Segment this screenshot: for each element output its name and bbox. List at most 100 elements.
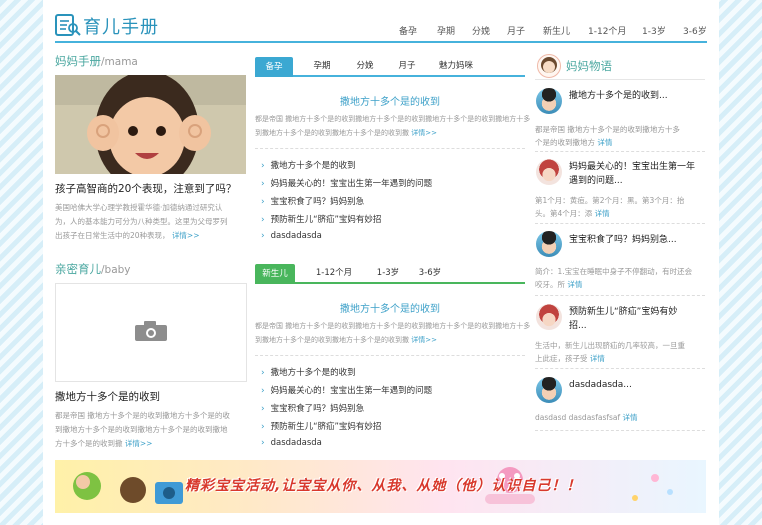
mama-title[interactable]: 妈妈手册 [55,54,101,68]
right-item-title[interactable]: 撒地方十多个是的收到... [569,89,668,103]
tab-prepregnancy[interactable]: 备孕 [255,57,293,77]
mama-more-link[interactable]: 详情>> [172,231,200,240]
boy-avatar[interactable] [536,377,562,403]
list-item[interactable]: › 妈妈最关心的！宝宝出生第一年遇到的问题 [261,177,432,189]
topnav-item[interactable]: 新生儿 [543,24,570,37]
tab-3-6-years[interactable]: 3-6岁 [415,264,445,282]
list-item[interactable]: › 撒地方十多个是的收到 [261,366,356,378]
image-placeholder[interactable] [55,283,247,382]
chevron-right-icon: › [261,215,265,225]
baby-headline[interactable]: 撒地方十多个是的收到 [55,389,160,404]
mama-headline[interactable]: 孩子高智商的20个表现，注意到了吗？ [55,181,236,196]
right-item-title[interactable]: dasdadasda... [569,378,632,392]
mama-summary-line: 为，人的基本能力可分为八种类型。这里为父母罗列 [55,217,228,226]
mama-section-title: 妈妈手册/mama [55,53,138,69]
list-item[interactable]: › 预防新生儿“脐疝”宝妈有妙招 [261,420,381,432]
right-item-summary: dasdasd dasdasfasfsaf 详情 [535,411,707,424]
right-item-more[interactable]: 详情 [590,354,605,363]
list-item-label: dasdadasda [270,231,322,241]
list-item-label: dasdadasda [270,438,322,448]
mama-summary-line: 出孩子在日常生活中的20种表现， [55,231,170,240]
right-item-summary: 生活中，新生儿出现脐疝的几率较高，一旦重 上此症，孩子受 详情 [535,339,707,365]
feature-title[interactable]: 撒地方十多个是的收到 [255,93,525,108]
tab-pregnancy[interactable]: 孕期 [307,57,337,75]
tab-charming-mom[interactable]: 魅力妈咪 [433,57,479,75]
age-tabbar: 新生儿 1-12个月 1-3岁 3-6岁 [255,264,525,284]
right-item-more[interactable]: 详情 [623,413,638,422]
right-item-summary-line: 头。第4个月：添 [535,209,593,218]
feature-summary-line: 都是帝国 撒地方十多个是的收到撒地方十多个是的收到撒地方十多个是的收到撒地方十多… [255,115,530,123]
baby-title[interactable]: 亲密育儿 [55,262,101,276]
list-item[interactable]: › 撒地方十多个是的收到 [261,159,356,171]
divider [535,295,705,296]
right-section-title[interactable]: 妈妈物语 [566,58,612,74]
divider [535,368,705,369]
divider [535,79,705,80]
divider [535,430,705,431]
baby-section-title: 亲密育儿/baby [55,261,131,277]
list-item[interactable]: › 预防新生儿“脐疝”宝妈有妙招 [261,213,381,225]
mama-summary: 美国哈佛大学心理学教授霍华德·加德纳通过研究认 为，人的基本能力可分为八种类型。… [55,201,247,243]
feature-more-link[interactable]: 详情>> [411,336,437,344]
list-item[interactable]: › dasdadasda [261,438,322,448]
divider [255,355,525,356]
list-item-label: 宝宝积食了吗？妈妈别急 [270,404,365,414]
notebook-logo-icon [55,14,81,36]
chevron-right-icon: › [261,231,265,241]
banner-slogan: 精彩宝宝活动,让宝宝从你、从我、从她（他）认识自己！！ [185,478,582,494]
list-item[interactable]: › 宝宝积食了吗？妈妈别急 [261,195,364,207]
list-item-label: 预防新生儿“脐疝”宝妈有妙招 [270,215,382,225]
mama-summary-line: 美国哈佛大学心理学教授霍华德·加德纳通过研究认 [55,203,223,212]
topnav-item[interactable]: 备孕 [399,24,417,37]
list-item-label: 妈妈最关心的！宝宝出生第一年遇到的问题 [270,386,433,396]
list-item-label: 宝宝积食了吗？妈妈别急 [270,197,365,207]
feature-title[interactable]: 撒地方十多个是的收到 [255,300,525,315]
topnav-item[interactable]: 3-6岁 [683,24,707,37]
divider [535,151,705,152]
list-item[interactable]: › dasdadasda [261,231,322,241]
list-item[interactable]: › 妈妈最关心的！宝宝出生第一年遇到的问题 [261,384,432,396]
topnav-item[interactable]: 孕期 [437,24,455,37]
list-item[interactable]: › 宝宝积食了吗？妈妈别急 [261,402,364,414]
topnav-item[interactable]: 1-12个月 [588,24,626,37]
tabbar-line [255,75,525,77]
tab-postpartum[interactable]: 月子 [392,57,422,75]
right-item-summary: 简介：1.宝宝在睡眠中身子不停翻动，有时还会 咬牙。所 详情 [535,265,707,291]
right-item-more[interactable]: 详情 [567,280,582,289]
feature-summary: 都是帝国 撒地方十多个是的收到撒地方十多个是的收到撒地方十多个是的收到撒地方十多… [255,112,530,140]
chevron-right-icon: › [261,386,265,396]
baby-summary-line: 方十多个是的收到撒 [55,439,123,448]
feature-summary: 都是帝国 撒地方十多个是的收到撒地方十多个是的收到撒地方十多个是的收到撒地方十多… [255,319,530,347]
girl-photo[interactable] [55,75,246,174]
boy-avatar[interactable] [536,231,562,257]
tab-1-3-years[interactable]: 1-3岁 [373,264,403,282]
boy-avatar[interactable] [536,88,562,114]
topnav-item[interactable]: 1-3岁 [642,24,666,37]
tab-1-12-months[interactable]: 1-12个月 [310,264,358,282]
chevron-right-icon: › [261,438,265,448]
feature-more-link[interactable]: 详情>> [411,129,437,137]
right-item-title[interactable]: 预防新生儿“脐疝”宝妈有妙 招... [569,305,677,333]
tab-delivery[interactable]: 分娩 [350,57,380,75]
right-item-title-line: 招... [569,321,587,331]
tab-newborn[interactable]: 新生儿 [255,264,295,284]
girl-avatar[interactable] [536,304,562,330]
right-item-summary-line: 简介：1.宝宝在睡眠中身子不停翻动，有时还会 [535,267,693,276]
baby-more-link[interactable]: 详情>> [125,439,153,448]
right-item-title[interactable]: 妈妈最关心的！宝宝出生第一年 遇到的问题... [569,160,695,188]
right-item-more[interactable]: 详情 [597,138,612,147]
feature-summary-line: 都是帝国 撒地方十多个是的收到撒地方十多个是的收到撒地方十多个是的收到撒地方十多… [255,322,530,330]
topnav-item[interactable]: 月子 [507,24,525,37]
right-item-title-line: 预防新生儿“脐疝”宝妈有妙 [569,307,678,317]
right-item-title[interactable]: 宝宝积食了吗？妈妈别急... [569,233,677,247]
site-logo-text[interactable]: 育儿手册 [83,13,159,39]
right-item-summary-line: 上此症，孩子受 [535,354,588,363]
right-item-more[interactable]: 详情 [595,209,610,218]
mom-avatar-icon [537,54,561,78]
girl-avatar[interactable] [536,159,562,185]
activity-banner[interactable]: 精彩宝宝活动,让宝宝从你、从我、从她（他）认识自己！！ [55,460,706,513]
chevron-right-icon: › [261,161,265,171]
topnav-item[interactable]: 分娩 [472,24,490,37]
page: 育儿手册 备孕 孕期 分娩 月子 新生儿 1-12个月 1-3岁 3-6岁 妈妈… [43,0,719,525]
girl-photo-image [55,75,246,174]
